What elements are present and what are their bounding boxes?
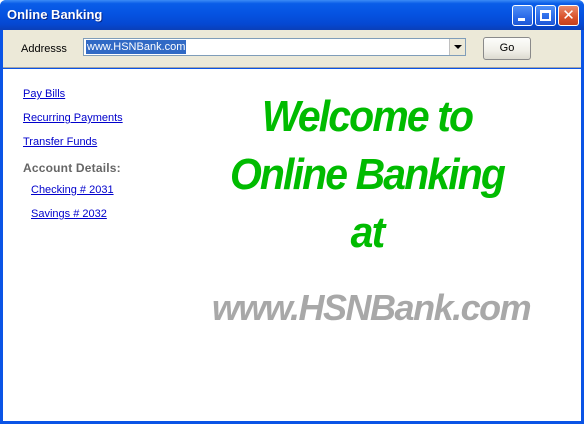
title-bar[interactable]: Online Banking ✕: [0, 0, 584, 30]
address-input-value[interactable]: www.HSNBank.com: [86, 40, 187, 54]
transfer-funds-link[interactable]: Transfer Funds: [23, 136, 97, 148]
pay-bills-link[interactable]: Pay Bills: [23, 88, 65, 100]
address-dropdown-button[interactable]: [449, 39, 465, 55]
welcome-line-3: at: [350, 208, 386, 257]
address-combobox[interactable]: www.HSNBank.com: [83, 38, 466, 56]
maximize-icon: [540, 10, 551, 21]
site-name-banner: www.HSNBank.com: [211, 287, 532, 328]
checking-account-link[interactable]: Checking # 2031: [31, 184, 114, 196]
dropdown-arrow-icon: [454, 45, 462, 49]
welcome-line-1: Welcome to: [261, 92, 474, 141]
minimize-icon: [518, 18, 525, 21]
address-label: Addresss: [21, 43, 67, 55]
recurring-payments-link[interactable]: Recurring Payments: [23, 112, 123, 124]
app-window: Online Banking ✕ Addresss www.HSNBank.co…: [0, 0, 584, 424]
go-button[interactable]: Go: [483, 37, 531, 60]
account-details-heading: Account Details:: [23, 161, 121, 175]
maximize-button[interactable]: [535, 5, 556, 26]
close-icon: ✕: [562, 6, 575, 24]
window-title: Online Banking: [7, 7, 103, 22]
page-content: Pay Bills Recurring Payments Transfer Fu…: [3, 69, 581, 421]
welcome-line-2: Online Banking: [229, 150, 506, 199]
savings-account-link[interactable]: Savings # 2032: [31, 208, 107, 220]
minimize-button[interactable]: [512, 5, 533, 26]
address-bar: Addresss www.HSNBank.com Go: [3, 30, 581, 68]
close-button[interactable]: ✕: [558, 5, 579, 26]
